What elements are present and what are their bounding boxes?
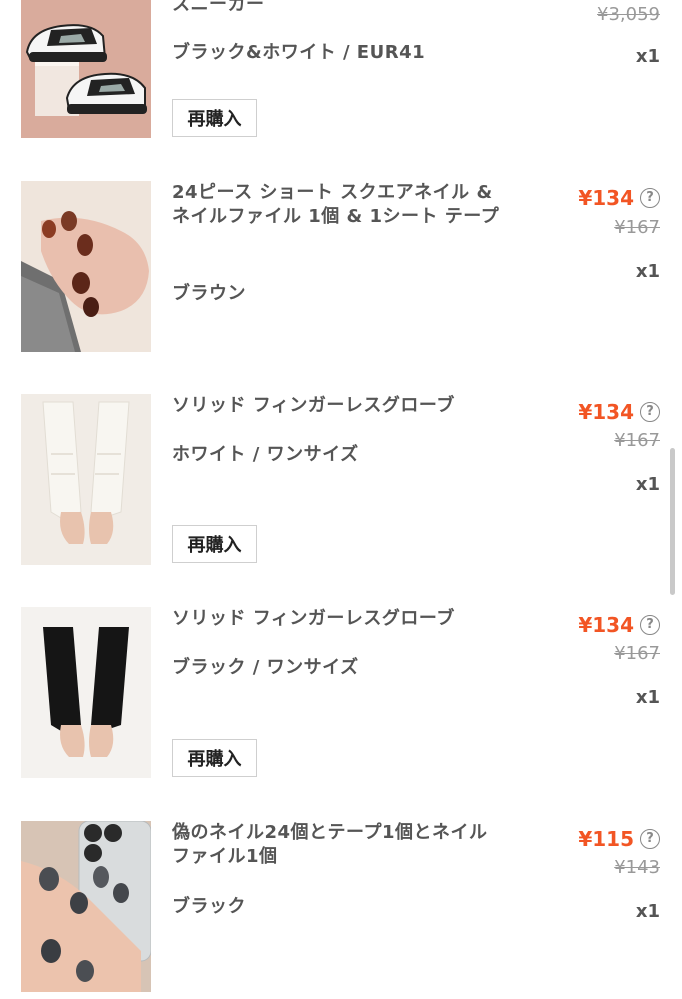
order-item: ソリッド フィンガーレスグローブ ホワイト / ワンサイズ 再購入 ¥134 ?… — [0, 394, 682, 584]
original-price: ¥167 — [614, 217, 660, 238]
order-item: 偽のネイル24個とテープ1個とネイルファイル1個 ブラック ¥115 ? ¥14… — [0, 821, 682, 999]
original-price: ¥3,059 — [597, 4, 660, 25]
rebuy-button[interactable]: 再購入 — [172, 525, 257, 563]
price-row: ¥134 ? — [578, 400, 660, 424]
help-icon[interactable]: ? — [640, 188, 660, 208]
product-image-gloves-white[interactable] — [21, 394, 151, 565]
help-icon[interactable]: ? — [640, 829, 660, 849]
help-icon[interactable]: ? — [640, 402, 660, 422]
original-price: ¥167 — [614, 643, 660, 664]
sale-price: ¥115 — [578, 827, 634, 851]
product-image-sneaker[interactable] — [21, 0, 151, 138]
sale-price: ¥134 — [578, 613, 634, 637]
product-image-gloves-black[interactable] — [21, 607, 151, 778]
scrollbar[interactable] — [670, 448, 675, 595]
quantity: x1 — [635, 261, 660, 282]
rebuy-button[interactable]: 再購入 — [172, 739, 257, 777]
order-item: スニーカー ブラック&ホワイト / EUR41 再購入 ¥3,059 x1 — [0, 0, 682, 160]
price-row: ¥134 ? — [578, 186, 660, 210]
product-image-nails-brown[interactable] — [21, 181, 151, 352]
product-title[interactable]: スニーカー — [172, 0, 502, 17]
order-item: ソリッド フィンガーレスグローブ ブラック / ワンサイズ 再購入 ¥134 ?… — [0, 607, 682, 797]
product-title[interactable]: 24ピース ショート スクエアネイル & ネイルファイル 1個 & 1シート テ… — [172, 181, 502, 229]
order-item: 24ピース ショート スクエアネイル & ネイルファイル 1個 & 1シート テ… — [0, 181, 682, 371]
rebuy-button[interactable]: 再購入 — [172, 99, 257, 137]
product-title[interactable]: ソリッド フィンガーレスグローブ — [172, 607, 502, 631]
quantity: x1 — [635, 687, 660, 708]
quantity: x1 — [635, 474, 660, 495]
product-variant: ブラウン — [172, 283, 246, 304]
product-variant: ブラック&ホワイト / EUR41 — [172, 42, 426, 63]
original-price: ¥143 — [614, 857, 660, 878]
sale-price: ¥134 — [578, 186, 634, 210]
product-title[interactable]: ソリッド フィンガーレスグローブ — [172, 394, 502, 418]
price-row: ¥115 ? — [578, 827, 660, 851]
product-title[interactable]: 偽のネイル24個とテープ1個とネイルファイル1個 — [172, 821, 502, 869]
product-variant: ブラック / ワンサイズ — [172, 657, 359, 678]
product-variant: ホワイト / ワンサイズ — [172, 444, 359, 465]
product-image-nails-black[interactable] — [21, 821, 151, 992]
original-price: ¥167 — [614, 430, 660, 451]
quantity: x1 — [635, 46, 660, 67]
sale-price: ¥134 — [578, 400, 634, 424]
product-variant: ブラック — [172, 896, 246, 917]
quantity: x1 — [635, 901, 660, 922]
price-row: ¥134 ? — [578, 613, 660, 637]
help-icon[interactable]: ? — [640, 615, 660, 635]
